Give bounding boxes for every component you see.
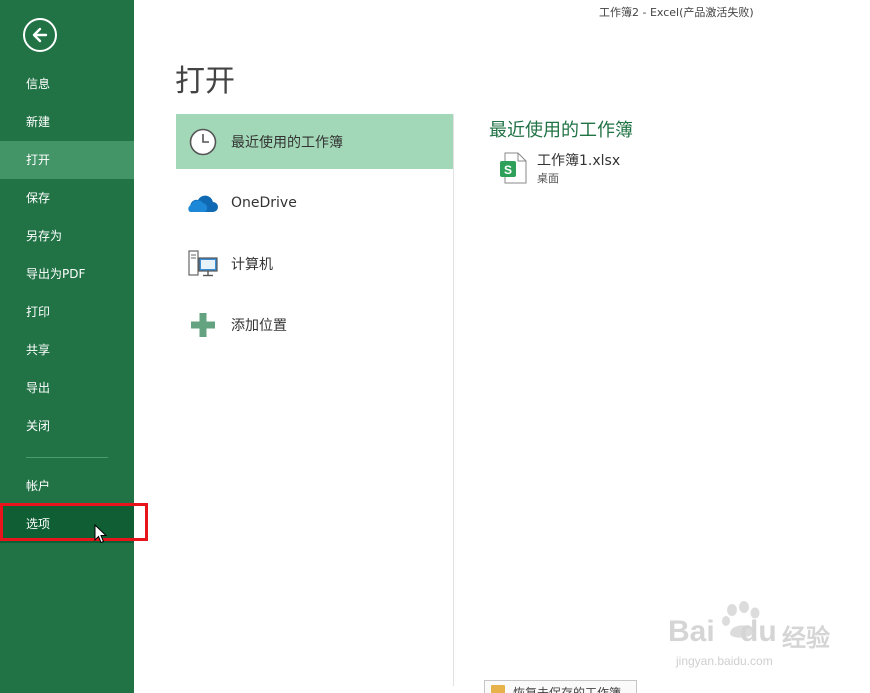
nav-share[interactable]: 共享 [0,331,134,369]
place-computer[interactable]: 计算机 [176,236,453,291]
place-onedrive-label: OneDrive [231,194,297,211]
nav-save-as[interactable]: 另存为 [0,217,134,255]
cloud-icon [188,195,218,212]
back-button[interactable] [23,18,57,52]
nav-print[interactable]: 打印 [0,293,134,331]
watermark-brand-2: du [740,615,777,648]
recover-unsaved-label: 恢复未保存的工作簿 [513,686,622,693]
nav-divider [26,457,108,458]
recent-file-name: 工作簿1.xlsx [537,153,621,169]
backstage-sidebar: 信息 新建 打开 保存 另存为 导出为PDF 打印 共享 导出 关闭 帐户 选项 [0,0,134,693]
recent-file-location: 桌面 [537,172,559,185]
nav-new[interactable]: 新建 [0,103,134,141]
nav-account[interactable]: 帐户 [0,467,134,505]
window-title: 工作簿2 - Excel(产品激活失败) [599,6,754,19]
place-computer-label: 计算机 [231,256,273,273]
place-recent-label: 最近使用的工作簿 [231,134,343,151]
clock-icon [189,128,217,155]
excel-file-icon: S [500,152,527,184]
nav-export[interactable]: 导出 [0,369,134,407]
back-arrow-icon [32,27,48,43]
watermark-url: jingyan.baidu.com [676,654,773,668]
nav-info[interactable]: 信息 [0,65,134,103]
place-add-location-label: 添加位置 [231,317,287,334]
nav-options[interactable]: 选项 [0,505,134,543]
svg-text:S: S [504,163,512,177]
recent-file-item[interactable]: S 工作簿1.xlsx 桌面 [496,148,736,188]
computer-icon [188,249,218,276]
nav-export-pdf[interactable]: 导出为PDF [0,255,134,293]
paw-icon [722,601,760,638]
baidu-watermark: Bai du 经验 jingyan.baidu.com [668,600,830,680]
column-divider [453,114,454,686]
watermark-cn: 经验 [782,625,830,652]
nav-save[interactable]: 保存 [0,179,134,217]
place-add-location[interactable]: 添加位置 [176,297,453,352]
place-onedrive[interactable]: OneDrive [176,175,453,230]
plus-icon [191,312,215,337]
nav-close[interactable]: 关闭 [0,407,134,445]
watermark-brand: Bai [668,615,715,648]
page-title: 打开 [175,64,235,99]
recover-unsaved-button[interactable]: 恢复未保存的工作簿 [484,680,637,693]
recent-heading: 最近使用的工作簿 [489,120,633,141]
folder-icon [491,685,505,693]
nav-open[interactable]: 打开 [0,141,134,179]
place-recent[interactable]: 最近使用的工作簿 [176,114,453,169]
